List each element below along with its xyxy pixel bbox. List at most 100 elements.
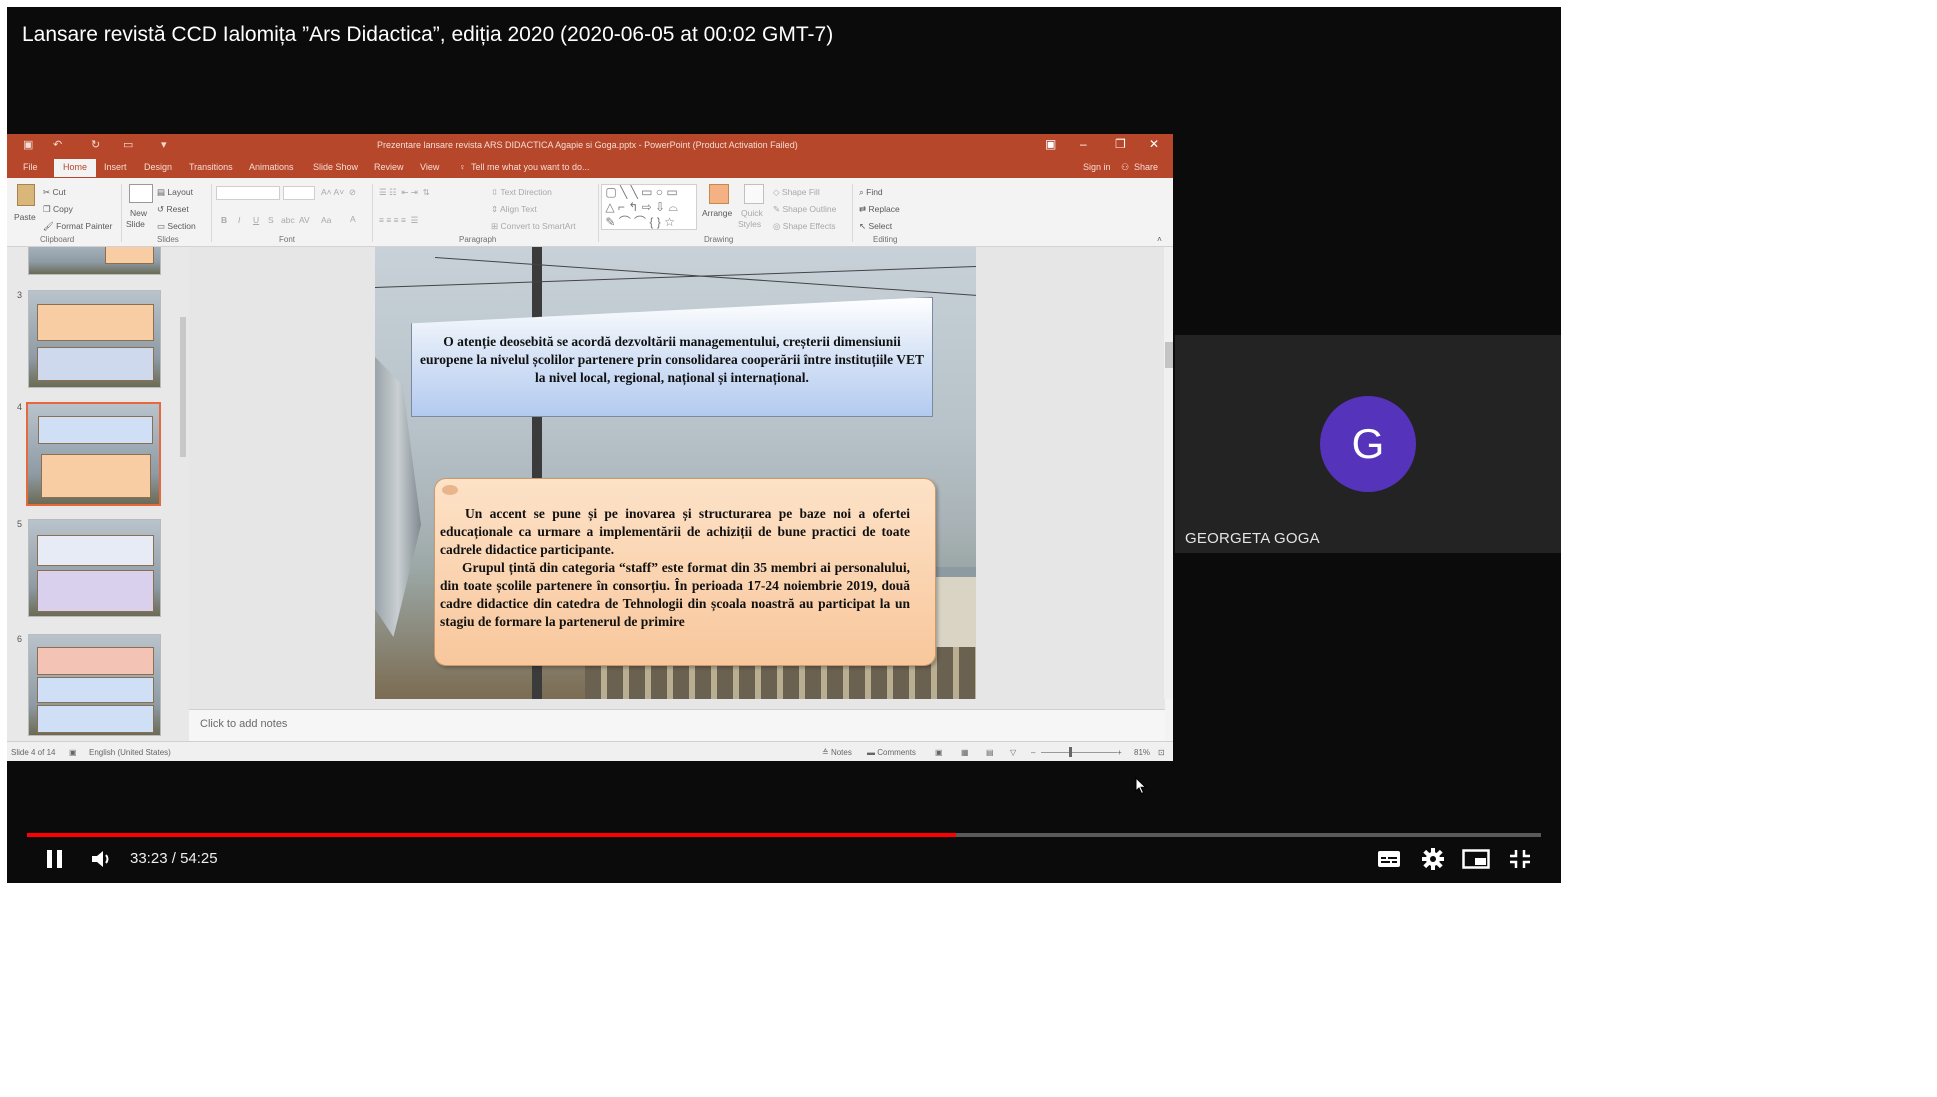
language-indicator[interactable]: English (United States)	[89, 748, 171, 757]
settings-gear-icon[interactable]	[1422, 848, 1444, 870]
new-slide-label-1[interactable]: New	[130, 208, 147, 218]
notes-toggle[interactable]: ≙ Notes	[822, 748, 852, 757]
copy-button[interactable]: ❐ Copy	[43, 204, 73, 215]
shape-fill-button[interactable]: ◇ Shape Fill	[773, 187, 820, 198]
shadow-icon[interactable]: S	[268, 215, 274, 225]
slide-thumbnail-4[interactable]	[26, 402, 161, 506]
subtitles-icon[interactable]	[1377, 850, 1401, 868]
underline-icon[interactable]: U	[253, 215, 259, 225]
reset-button[interactable]: ↺ Reset	[157, 204, 189, 215]
tab-view[interactable]: View	[420, 162, 439, 172]
slide-thumbnail-6[interactable]	[28, 634, 161, 736]
tab-slide-show[interactable]: Slide Show	[313, 162, 358, 172]
start-slideshow-icon[interactable]: ▭	[123, 138, 133, 151]
slide-scrollbar[interactable]	[1164, 247, 1173, 699]
redo-icon[interactable]: ↻	[91, 138, 100, 151]
bullets-numbering-icons[interactable]: ☰ ☷ ⇤ ⇥ ⇅	[379, 187, 430, 198]
collapse-ribbon-icon[interactable]: ˄	[1157, 234, 1162, 244]
arrange-icon[interactable]	[709, 184, 729, 204]
reading-view-icon[interactable]: ▤	[986, 748, 994, 757]
shape-outline-button[interactable]: ✎ Shape Outline	[773, 204, 836, 215]
undo-icon[interactable]: ↶	[53, 138, 62, 151]
format-painter-button[interactable]: 🖌 Format Painter	[43, 221, 112, 232]
zoom-level[interactable]: 81%	[1134, 748, 1150, 757]
slide-thumbnail-5[interactable]	[28, 519, 161, 617]
editing-group-label: Editing	[873, 235, 898, 244]
slide-thumbnail-3[interactable]	[28, 290, 161, 388]
participant-name: GEORGETA GOGA	[1185, 530, 1320, 547]
zoom-out-icon[interactable]: –	[1031, 748, 1035, 757]
zoom-slider[interactable]	[1041, 752, 1117, 753]
close-icon[interactable]: ✕	[1149, 137, 1159, 151]
notes-pane[interactable]: Click to add notes	[189, 709, 1165, 742]
tab-transitions[interactable]: Transitions	[189, 162, 233, 172]
sign-in-link[interactable]: Sign in	[1083, 162, 1111, 172]
font-size-select[interactable]	[283, 186, 315, 200]
paste-icon[interactable]	[17, 184, 35, 206]
slide-thumbnails-pane: 3 4 5 6	[7, 247, 189, 741]
tab-animations[interactable]: Animations	[249, 162, 294, 172]
share-button[interactable]: Share	[1134, 162, 1158, 172]
pause-icon[interactable]	[45, 848, 65, 870]
slide-sorter-icon[interactable]: ▦	[961, 748, 969, 757]
layout-button[interactable]: ▤ Layout	[157, 187, 193, 198]
section-button[interactable]: ▭ Section	[157, 221, 196, 232]
find-button[interactable]: ⌕ Find	[859, 187, 883, 198]
section-icon: ▭	[157, 221, 168, 231]
slide-thumbnail-2[interactable]	[28, 247, 161, 275]
restore-icon[interactable]: ❐	[1115, 137, 1126, 151]
fit-to-window-icon[interactable]: ⊡	[1158, 748, 1165, 757]
thumbnails-scrollbar[interactable]	[179, 247, 187, 741]
new-slide-icon[interactable]	[129, 184, 153, 203]
change-case-icon[interactable]: Aa	[321, 215, 331, 225]
char-spacing-icon[interactable]: AV	[299, 215, 310, 225]
shape-effects-button[interactable]: ◎ Shape Effects	[773, 221, 836, 232]
font-family-select[interactable]	[216, 186, 280, 200]
tell-me-search[interactable]: Tell me what you want to do...	[471, 162, 590, 172]
comments-toggle[interactable]: ▬ Comments	[867, 748, 916, 757]
slide-number-4: 4	[17, 402, 23, 412]
divider	[372, 184, 373, 242]
arrange-button[interactable]: Arrange	[702, 208, 732, 218]
ribbon-display-options-icon[interactable]: ▣	[1045, 137, 1056, 151]
text-direction-button[interactable]: ⇳ Text Direction	[491, 187, 552, 198]
quick-styles-label-2[interactable]: Styles	[738, 219, 761, 229]
align-text-button[interactable]: ⇕ Align Text	[491, 204, 537, 215]
new-slide-label-2[interactable]: Slide	[126, 219, 145, 229]
paste-button[interactable]: Paste	[14, 212, 36, 222]
save-icon[interactable]: ▣	[23, 138, 33, 151]
clipboard-group-label: Clipboard	[40, 235, 75, 244]
cut-button[interactable]: ✂ Cut	[43, 187, 66, 198]
tab-design[interactable]: Design	[144, 162, 172, 172]
convert-smartart-button[interactable]: ⊞ Convert to SmartArt	[491, 221, 576, 232]
miniplayer-icon[interactable]	[1462, 849, 1490, 869]
quick-styles-label-1[interactable]: Quick	[741, 208, 763, 218]
quick-styles-icon[interactable]	[744, 184, 764, 204]
tab-insert[interactable]: Insert	[104, 162, 127, 172]
font-color-icon[interactable]: A	[350, 214, 356, 224]
alignment-icons[interactable]: ≡ ≡ ≡ ≡ ☰	[379, 215, 418, 226]
slideshow-view-icon[interactable]: ▽	[1010, 748, 1016, 757]
strikethrough-icon[interactable]: abc	[281, 215, 295, 225]
zoom-slider-thumb[interactable]	[1069, 747, 1072, 757]
tab-home[interactable]: Home	[54, 159, 97, 177]
minimize-icon[interactable]: –	[1080, 137, 1087, 151]
tab-review[interactable]: Review	[374, 162, 404, 172]
italic-icon[interactable]: I	[238, 215, 240, 225]
bold-icon[interactable]: B	[221, 215, 227, 225]
shapes-gallery[interactable]: ▢ ╲ ╲ ▭ ○ ▭ △ ⌐ ↰ ⇨ ⇩ ⌓ ✎ ⌒ ⌒ { } ☆	[601, 184, 697, 230]
customize-qat-icon[interactable]: ▾	[161, 138, 167, 151]
exit-fullscreen-icon[interactable]	[1509, 849, 1531, 869]
spellcheck-icon[interactable]: ▣	[69, 748, 77, 757]
grow-shrink-font-icons[interactable]: A˄ A˅ ⊘	[321, 187, 356, 198]
select-button[interactable]: ↖ Select	[859, 221, 892, 232]
normal-view-icon[interactable]: ▣	[935, 748, 943, 757]
replace-button[interactable]: ⇄ Replace	[859, 204, 900, 215]
scroll-paragraph-2: Grupul țintă din categoria “staff” este …	[440, 560, 910, 629]
video-player[interactable]: Lansare revistă CCD Ialomița ”Ars Didact…	[7, 7, 1561, 883]
tab-file[interactable]: File	[23, 162, 38, 172]
current-slide[interactable]: O atenție deosebită se acordă dezvoltări…	[375, 247, 976, 699]
progress-bar[interactable]	[27, 833, 1541, 837]
zoom-in-icon[interactable]: +	[1117, 748, 1122, 757]
volume-icon[interactable]	[90, 849, 114, 869]
